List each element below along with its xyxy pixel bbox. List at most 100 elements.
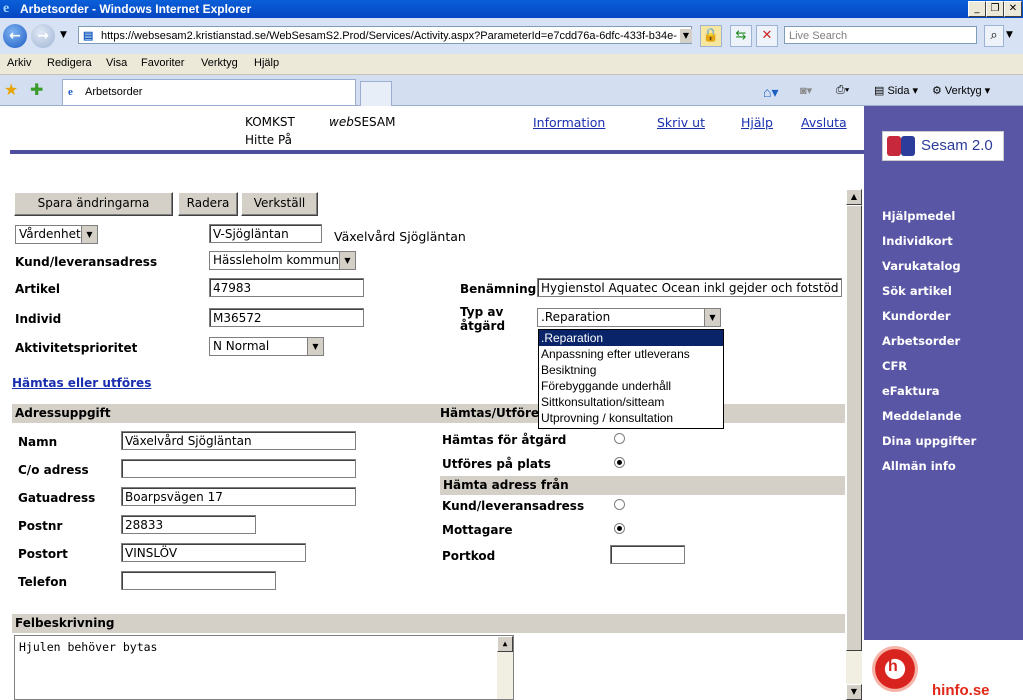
unit-type-value: Vårdenhet <box>19 227 81 241</box>
onsite-radio[interactable] <box>614 457 625 468</box>
back-button[interactable]: ← <box>3 24 27 48</box>
gear-icon: ⚙ <box>932 85 945 97</box>
sidebar-item-arbetsorder[interactable]: Arbetsorder <box>882 334 960 348</box>
feeds-icon[interactable]: ◙▾ <box>800 84 812 97</box>
logout-link[interactable]: Avsluta <box>801 115 847 130</box>
close-window-button[interactable]: ✕ <box>1004 1 1022 17</box>
hinfo-logo: h hinfo.se <box>864 640 1023 700</box>
app-name: SESAM <box>353 115 396 129</box>
recipient-radio[interactable] <box>614 523 625 534</box>
sidebar-item-sok-artikel[interactable]: Sök artikel <box>882 284 952 298</box>
favorites-star-icon[interactable]: ★ <box>4 80 18 99</box>
recent-pages-chevron-icon[interactable]: ▼ <box>60 30 67 40</box>
unit-name: Växelvård Sjögläntan <box>334 229 466 244</box>
menu-item-verktyg[interactable]: Verktyg <box>201 57 238 69</box>
print-icon[interactable]: ⎙▾ <box>836 84 849 97</box>
address-bar[interactable]: ▤ https://websesam2.kristianstad.se/WebS… <box>78 26 692 44</box>
action-type-dropdown-list[interactable]: .Reparation Anpassning efter utleverans … <box>538 329 724 429</box>
option-besiktning[interactable]: Besiktning <box>539 362 723 378</box>
street-input[interactable]: Boarpsvägen 17 <box>121 487 356 506</box>
fault-description-textarea[interactable]: Hjulen behöver bytas ▲ <box>14 635 514 700</box>
option-forebyggande[interactable]: Förebyggande underhåll <box>539 378 723 394</box>
sidebar-item-meddelande[interactable]: Meddelande <box>882 409 961 423</box>
fetched-radio[interactable] <box>614 433 625 444</box>
scroll-up-icon[interactable]: ▲ <box>846 189 862 205</box>
refresh-icon[interactable]: ⇆ <box>730 25 752 47</box>
sidebar: Hjälpmedel Individkort Varukatalog Sök a… <box>864 106 1023 700</box>
action-type-label-1: Typ av <box>460 305 504 319</box>
add-favorite-icon[interactable]: ✚ <box>30 80 43 99</box>
action-type-value: .Reparation <box>541 310 611 324</box>
scroll-down-icon[interactable]: ▼ <box>846 684 862 700</box>
home-icon[interactable]: ⌂▾ <box>763 84 778 101</box>
stop-icon[interactable]: ✕ <box>756 25 778 47</box>
save-button[interactable]: Spara ändringarna <box>14 192 173 216</box>
co-address-label: C/o adress <box>18 463 89 477</box>
co-address-input[interactable] <box>121 459 356 478</box>
sidebar-item-efaktura[interactable]: eFaktura <box>882 384 940 398</box>
sidebar-item-kundorder[interactable]: Kundorder <box>882 309 951 323</box>
name-input[interactable]: Växelvård Sjögläntan <box>121 431 356 450</box>
maximize-button[interactable]: ❐ <box>986 1 1004 17</box>
customer-select[interactable]: Hässleholm kommun ▼ <box>209 251 356 270</box>
hinfo-letter: h <box>888 658 898 675</box>
window-title-bar: e Arbetsorder - Windows Internet Explore… <box>0 0 1023 18</box>
option-sittkonsultation[interactable]: Sittkonsultation/sitteam <box>539 394 723 410</box>
page-scrollbar[interactable]: ▲ ▼ <box>846 189 862 700</box>
portcode-label: Portkod <box>442 549 496 563</box>
description-input[interactable]: Hygienstol Aquatec Ocean inkl gejder och… <box>537 278 842 297</box>
option-utprovning[interactable]: Utprovning / konsultation <box>539 410 723 426</box>
individual-input[interactable]: M36572 <box>209 308 364 327</box>
tab-page-icon: e <box>68 86 73 98</box>
menu-item-arkiv[interactable]: Arkiv <box>7 57 31 69</box>
search-icon[interactable]: ⌕ <box>984 25 1004 47</box>
action-type-select[interactable]: .Reparation ▼ <box>537 308 721 327</box>
zip-input[interactable]: 28833 <box>121 515 256 534</box>
name-label: Namn <box>18 435 58 449</box>
article-input[interactable]: 47983 <box>209 278 364 297</box>
phone-input[interactable] <box>121 571 276 590</box>
tools-menu-label: Verktyg <box>944 85 982 97</box>
sidebar-item-individkort[interactable]: Individkort <box>882 234 953 248</box>
city-input[interactable]: VINSLÖV <box>121 543 306 562</box>
minimize-button[interactable]: _ <box>968 1 986 17</box>
tools-menu[interactable]: ⚙ Verktyg ▾ <box>932 84 990 97</box>
logo-text: Sesam 2.0 <box>921 137 993 154</box>
delete-button[interactable]: Radera <box>178 192 238 216</box>
lock-icon[interactable]: 🔒 <box>700 25 722 47</box>
customer-address-radio[interactable] <box>614 499 625 510</box>
execute-button[interactable]: Verkställ <box>241 192 318 216</box>
address-dropdown-icon[interactable]: ▼ <box>680 29 692 43</box>
zip-label: Postnr <box>18 519 63 533</box>
option-reparation[interactable]: .Reparation <box>539 330 723 346</box>
tab-arbetsorder[interactable]: e Arbetsorder <box>62 79 356 105</box>
search-options-chevron-icon[interactable]: ▼ <box>1006 30 1013 40</box>
menu-item-visa[interactable]: Visa <box>106 57 127 69</box>
page-menu[interactable]: ▤ Sida ▾ <box>874 84 918 97</box>
scroll-up-icon[interactable]: ▲ <box>497 636 513 652</box>
priority-select[interactable]: N Normal ▼ <box>209 337 324 356</box>
article-label: Artikel <box>15 282 60 296</box>
search-input[interactable]: Live Search <box>784 26 977 44</box>
menu-item-hjalp[interactable]: Hjälp <box>254 57 279 69</box>
information-link[interactable]: Information <box>533 115 605 130</box>
sidebar-item-dina-uppgifter[interactable]: Dina uppgifter <box>882 434 976 448</box>
sidebar-item-allman-info[interactable]: Allmän info <box>882 459 956 473</box>
print-link[interactable]: Skriv ut <box>657 115 705 130</box>
scroll-thumb[interactable] <box>846 205 862 651</box>
menu-item-favoriter[interactable]: Favoriter <box>141 57 184 69</box>
sidebar-item-varukatalog[interactable]: Varukatalog <box>882 259 961 273</box>
menu-item-redigera[interactable]: Redigera <box>47 57 92 69</box>
textarea-scrollbar[interactable]: ▲ <box>497 636 513 699</box>
new-tab-button[interactable] <box>360 81 392 106</box>
forward-button[interactable]: → <box>31 24 55 48</box>
unit-code-input[interactable]: V-Sjögläntan <box>209 224 322 243</box>
logo-mark-blue <box>901 136 915 156</box>
help-link[interactable]: Hjälp <box>741 115 773 130</box>
sidebar-item-cfr[interactable]: CFR <box>882 359 907 373</box>
portcode-input[interactable] <box>610 545 685 564</box>
unit-type-select[interactable]: Vårdenhet ▼ <box>15 225 98 244</box>
pickup-link[interactable]: Hämtas eller utföres <box>12 376 151 390</box>
sidebar-item-hjalpmedel[interactable]: Hjälpmedel <box>882 209 955 223</box>
option-anpassning[interactable]: Anpassning efter utleverans <box>539 346 723 362</box>
